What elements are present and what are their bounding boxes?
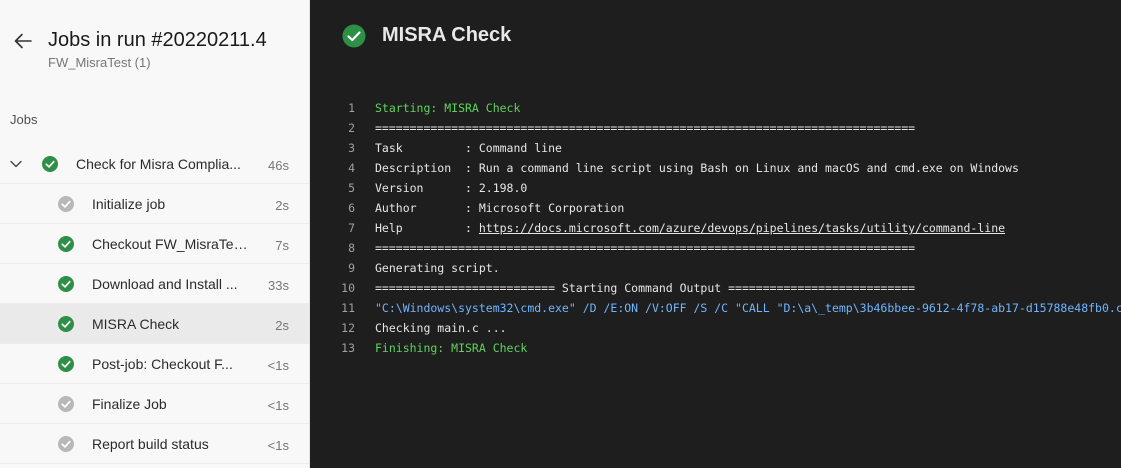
success-check-icon [58,236,74,252]
step-row[interactable]: Download and Install ... 33s [0,264,309,304]
log-line: 10 ========================== Starting Co… [311,278,1121,298]
log-output[interactable]: 1 Starting: MISRA Check 2 =================… [311,98,1121,358]
step-row[interactable]: Checkout FW_MisraTest... 7s [0,224,309,264]
jobs-section-header: Jobs [10,112,38,127]
log-line: 6 Author : Microsoft Corporation [311,198,1121,218]
log-text-content: Task : Command line [375,141,562,155]
log-text: "C:\Windows\system32\cmd.exe" /D /E:ON /… [375,298,1121,318]
line-number: 6 [348,201,355,215]
log-text-content: Starting: MISRA Check [375,101,521,115]
log-text: Checking main.c ... [375,318,507,338]
job-name: Post-job: Checkout F... [92,356,233,372]
job-name: Initialize job [92,196,166,212]
job-duration: <1s [267,438,289,453]
log-line: 9 Generating script. [311,258,1121,278]
log-line: 8 =======================================… [311,238,1121,258]
log-text: ========================================… [375,238,915,258]
job-list: Check for Misra Complia... 46s Initialize… [0,144,309,464]
log-line: 5 Version : 2.198.0 [311,178,1121,198]
job-duration: 33s [268,278,289,293]
job-duration: 46s [268,158,289,173]
job-name: MISRA Check [92,316,180,332]
back-button[interactable] [12,30,34,52]
line-number: 12 [341,321,355,335]
line-number: 2 [348,121,355,135]
log-line: 2 =======================================… [311,118,1121,138]
help-link[interactable]: https://docs.microsoft.com/azure/devops/… [479,221,1005,235]
log-line: 13 Finishing: MISRA Check [311,338,1121,358]
log-text-content: Checking main.c ... [375,321,507,335]
page-title: Jobs in run #20220211.4 [48,29,267,51]
log-text-content: ========================================… [375,121,916,135]
log-line: 1 Starting: MISRA Check [311,98,1121,118]
job-name: Finalize Job [92,396,167,412]
log-line: 3 Task : Command line [311,138,1121,158]
log-text: Task : Command line [375,138,562,158]
line-number: 10 [341,281,355,295]
log-text-content: Help : [375,221,479,235]
log-text-content: ========================== Starting Comm… [375,281,916,295]
job-name: Checkout FW_MisraTest... [92,236,250,252]
log-line: 4 Description : Run a command line script… [311,158,1121,178]
log-panel: MISRA Check 1 Starting: MISRA Check 2 =====… [311,0,1121,468]
success-check-icon [58,356,74,372]
log-text: Help : https://docs.microsoft.com/azure/… [375,218,1005,238]
job-name: Check for Misra Complia... [76,156,241,172]
success-check-icon [58,276,74,292]
job-duration: <1s [267,358,289,373]
log-text: Starting: MISRA Check [375,98,520,118]
line-number: 11 [341,301,355,315]
log-text-content: "C:\Windows\system32\cmd.exe" /D /E:ON /… [375,301,1121,315]
task-title: MISRA Check [382,24,512,46]
success-check-icon [342,24,366,48]
line-number: 9 [348,261,355,275]
log-text: ========================================… [375,118,915,138]
log-text-content: Version : 2.198.0 [375,181,528,195]
job-duration: 2s [275,318,289,333]
line-number: 7 [348,221,355,235]
log-text: Description : Run a command line script … [375,158,1019,178]
line-number: 8 [348,241,355,255]
success-check-icon [42,156,58,172]
log-text-content: Finishing: MISRA Check [375,341,528,355]
step-row[interactable]: Post-job: Checkout F... <1s [0,344,309,384]
log-text: Version : 2.198.0 [375,178,527,198]
jobs-panel: Jobs in run #20220211.4 FW_MisraTest (1)… [0,0,310,468]
chevron-down-icon[interactable] [9,157,23,171]
log-text: ========================== Starting Comm… [375,278,915,298]
success-check-icon [58,316,74,332]
step-row[interactable]: Finalize Job <1s [0,384,309,424]
line-number: 5 [348,181,355,195]
log-line: 7 Help : https://docs.microsoft.com/azure… [311,218,1121,238]
line-number: 3 [348,141,355,155]
line-number: 1 [348,101,355,115]
job-name: Download and Install ... [92,276,238,292]
log-text-content: Author : Microsoft Corporation [375,201,625,215]
pending-check-icon [58,396,74,412]
arrow-left-icon [14,33,32,49]
line-number: 13 [341,341,355,355]
log-text-content: ========================================… [375,241,916,255]
job-name: Report build status [92,436,209,452]
step-row[interactable]: MISRA Check 2s [0,304,309,344]
step-row[interactable]: Report build status <1s [0,424,309,464]
log-line: 12 Checking main.c ... [311,318,1121,338]
pending-check-icon [58,196,74,212]
job-row[interactable]: Check for Misra Complia... 46s [0,144,309,184]
line-number: 4 [348,161,355,175]
log-line: 11 "C:\Windows\system32\cmd.exe" /D /E:ON… [311,298,1121,318]
log-text-content: Generating script. [375,261,500,275]
pending-check-icon [58,436,74,452]
log-text: Generating script. [375,258,500,278]
pipeline-name: FW_MisraTest (1) [48,55,151,70]
log-text: Finishing: MISRA Check [375,338,527,358]
log-text: Author : Microsoft Corporation [375,198,624,218]
job-duration: <1s [267,398,289,413]
job-duration: 2s [275,198,289,213]
step-row[interactable]: Initialize job 2s [0,184,309,224]
job-duration: 7s [275,238,289,253]
log-text-content: Description : Run a command line script … [375,161,1019,175]
